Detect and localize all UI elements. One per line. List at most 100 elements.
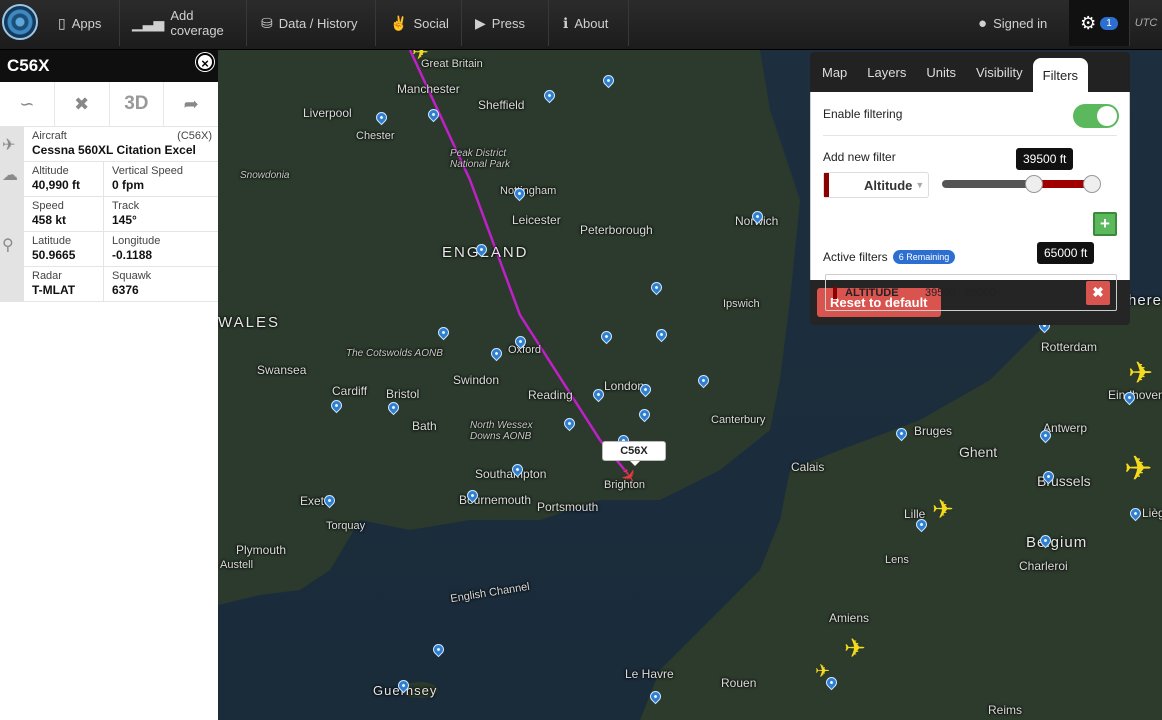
nav-press[interactable]: ▶ Press — [463, 0, 549, 46]
label-wales: WALES — [218, 314, 280, 331]
nav-add-coverage-label: Add coverage — [170, 8, 224, 38]
share-button[interactable]: ➦ — [164, 82, 218, 126]
squawk-cell: Squawk 6376 — [104, 267, 218, 301]
settings-button[interactable]: ⚙ 1 — [1069, 0, 1129, 46]
label-bristol: Bristol — [386, 387, 420, 401]
database-icon: ⛁ — [261, 14, 273, 31]
info-row-aircraft: Aircraft (C56X) Cessna 560XL Citation Ex… — [24, 127, 218, 162]
flight-details-panel: C56X × ∽ ✖ 3D ➦ ✈ ☁ ⚲ Aircraft (C56X) Ce… — [0, 50, 218, 720]
longitude-cell: Longitude -0.1188 — [104, 232, 218, 266]
altitude-value: 40,990 ft — [32, 178, 81, 192]
label-swansea: Swansea — [257, 363, 307, 377]
flight-callsign-header: C56X × — [0, 50, 218, 82]
label-cardiff: Cardiff — [332, 384, 368, 398]
flight-callsign: C56X — [7, 56, 50, 75]
label-rotterdam: Rotterdam — [1041, 340, 1098, 354]
radar-label: Radar — [32, 270, 62, 282]
latitude-value: 50.9665 — [32, 248, 76, 262]
filter-type-select[interactable]: Altitude ▼ — [823, 172, 929, 198]
settings-count-badge: 1 — [1100, 16, 1118, 30]
tab-units[interactable]: Units — [916, 52, 966, 92]
enable-filtering-label: Enable filtering — [823, 106, 903, 121]
selected-aircraft-callout[interactable]: C56X — [602, 441, 666, 466]
3d-view-button[interactable]: 3D — [110, 82, 165, 126]
info-row-position: Latitude 50.9665 Longitude -0.1188 — [24, 232, 218, 267]
settings-panel: Map Layers Units Visibility Filters Enab… — [810, 52, 1130, 325]
longitude-value: -0.1188 — [112, 248, 153, 262]
radar-logo-icon[interactable] — [2, 4, 38, 40]
tab-map[interactable]: Map — [812, 52, 857, 92]
active-filters-label: Active filters — [823, 250, 888, 264]
aircraft-code: (C56X) — [177, 130, 212, 142]
filter-color-bar — [824, 173, 829, 197]
tab-layers[interactable]: Layers — [857, 52, 916, 92]
label-portsmouth: Portsmouth — [537, 500, 599, 514]
phone-icon: ▯ — [58, 14, 66, 31]
nav-data-history-label: Data / History — [278, 15, 358, 31]
radar-cell: Radar T-MLAT — [24, 267, 104, 301]
slider-max-tooltip: 65000 ft — [1037, 242, 1095, 264]
megaphone-icon: ▶ — [475, 14, 486, 31]
tab-filters[interactable]: Filters — [1032, 58, 1089, 92]
label-london: London — [604, 379, 645, 393]
squawk-value: 6376 — [112, 283, 139, 297]
label-oxford: Oxford — [508, 344, 542, 356]
slider-max-handle[interactable] — [1083, 175, 1101, 193]
airplane-icon: ✈ — [2, 137, 16, 154]
add-filter-button[interactable]: + — [1093, 212, 1117, 236]
route-button[interactable]: ∽ — [0, 82, 55, 126]
label-liege: Liège — [1142, 506, 1162, 520]
label-ipswich: Ipswich — [723, 298, 760, 310]
altitude-range-slider[interactable] — [942, 175, 1101, 193]
longitude-label: Longitude — [112, 235, 161, 247]
info-row-radar: Radar T-MLAT Squawk 6376 — [24, 267, 218, 302]
aircraft-cell: Aircraft (C56X) Cessna 560XL Citation Ex… — [24, 127, 218, 161]
enable-filtering-toggle[interactable] — [1073, 104, 1119, 128]
latitude-label: Latitude — [32, 235, 72, 247]
utc-clock[interactable]: UTC — [1129, 0, 1162, 46]
settings-tabs: Map Layers Units Visibility Filters — [810, 52, 1130, 92]
label-sheffield: Sheffield — [478, 98, 525, 112]
slider-min-handle[interactable] — [1024, 175, 1043, 193]
aircraft-icon[interactable]: ✈ — [844, 633, 866, 664]
label-here: here — [1128, 292, 1162, 309]
active-filter-name: ALTITUDE — [845, 286, 899, 299]
thumbs-up-icon: ✌ — [390, 14, 408, 31]
center-button[interactable]: ✖ — [55, 82, 110, 126]
signed-in-menu[interactable]: ● Signed in — [978, 0, 1047, 46]
collapse-arrows-icon: ✖ — [74, 93, 90, 114]
label-bath: Bath — [412, 419, 437, 433]
label-great-britain: Great Britain — [421, 58, 483, 70]
tab-visibility[interactable]: Visibility — [966, 52, 1033, 92]
aircraft-icon[interactable]: ✈ — [1124, 449, 1153, 489]
cloud-icon: ☁ — [2, 167, 18, 184]
close-panel-button[interactable]: × — [196, 53, 214, 71]
nav-apps[interactable]: ▯ Apps — [46, 0, 120, 46]
satellite-dish-icon: ⚲ — [2, 237, 14, 254]
info-row-speed: Speed 458 kt Track 145° — [24, 197, 218, 232]
label-swindon: Swindon — [453, 373, 500, 387]
nav-social-label: Social — [413, 15, 449, 31]
slider-min-tooltip: 39500 ft — [1016, 148, 1074, 170]
aircraft-icon[interactable]: ✈ — [932, 494, 954, 525]
nav-add-coverage[interactable]: ▁▃▅ Add coverage — [120, 0, 247, 46]
label-lens: Lens — [885, 554, 909, 566]
aircraft-icon[interactable]: ✈ — [1128, 356, 1153, 391]
label-leicester: Leicester — [512, 213, 561, 227]
nav-social[interactable]: ✌ Social — [378, 0, 462, 46]
speed-cell: Speed 458 kt — [24, 197, 104, 231]
label-austell: Austell — [220, 559, 254, 571]
altitude-cell: Altitude 40,990 ft — [24, 162, 104, 196]
vspeed-cell: Vertical Speed 0 fpm — [104, 162, 218, 196]
label-cotswolds: The Cotswolds AONB — [346, 348, 443, 359]
aircraft-icon[interactable]: ✈ — [412, 50, 429, 65]
speed-label: Speed — [32, 200, 64, 212]
aircraft-icon[interactable]: ✈ — [815, 661, 830, 682]
nav-data-history[interactable]: ⛁ Data / History — [249, 0, 376, 46]
nav-about[interactable]: ℹ About — [551, 0, 629, 46]
label-charleroi: Charleroi — [1019, 559, 1068, 573]
top-nav: ▯ Apps ▁▃▅ Add coverage ⛁ Data / History… — [0, 0, 1162, 50]
squawk-label: Squawk — [112, 270, 152, 282]
remove-filter-button[interactable]: ✖ — [1086, 280, 1110, 305]
share-icon: ➦ — [183, 93, 199, 114]
